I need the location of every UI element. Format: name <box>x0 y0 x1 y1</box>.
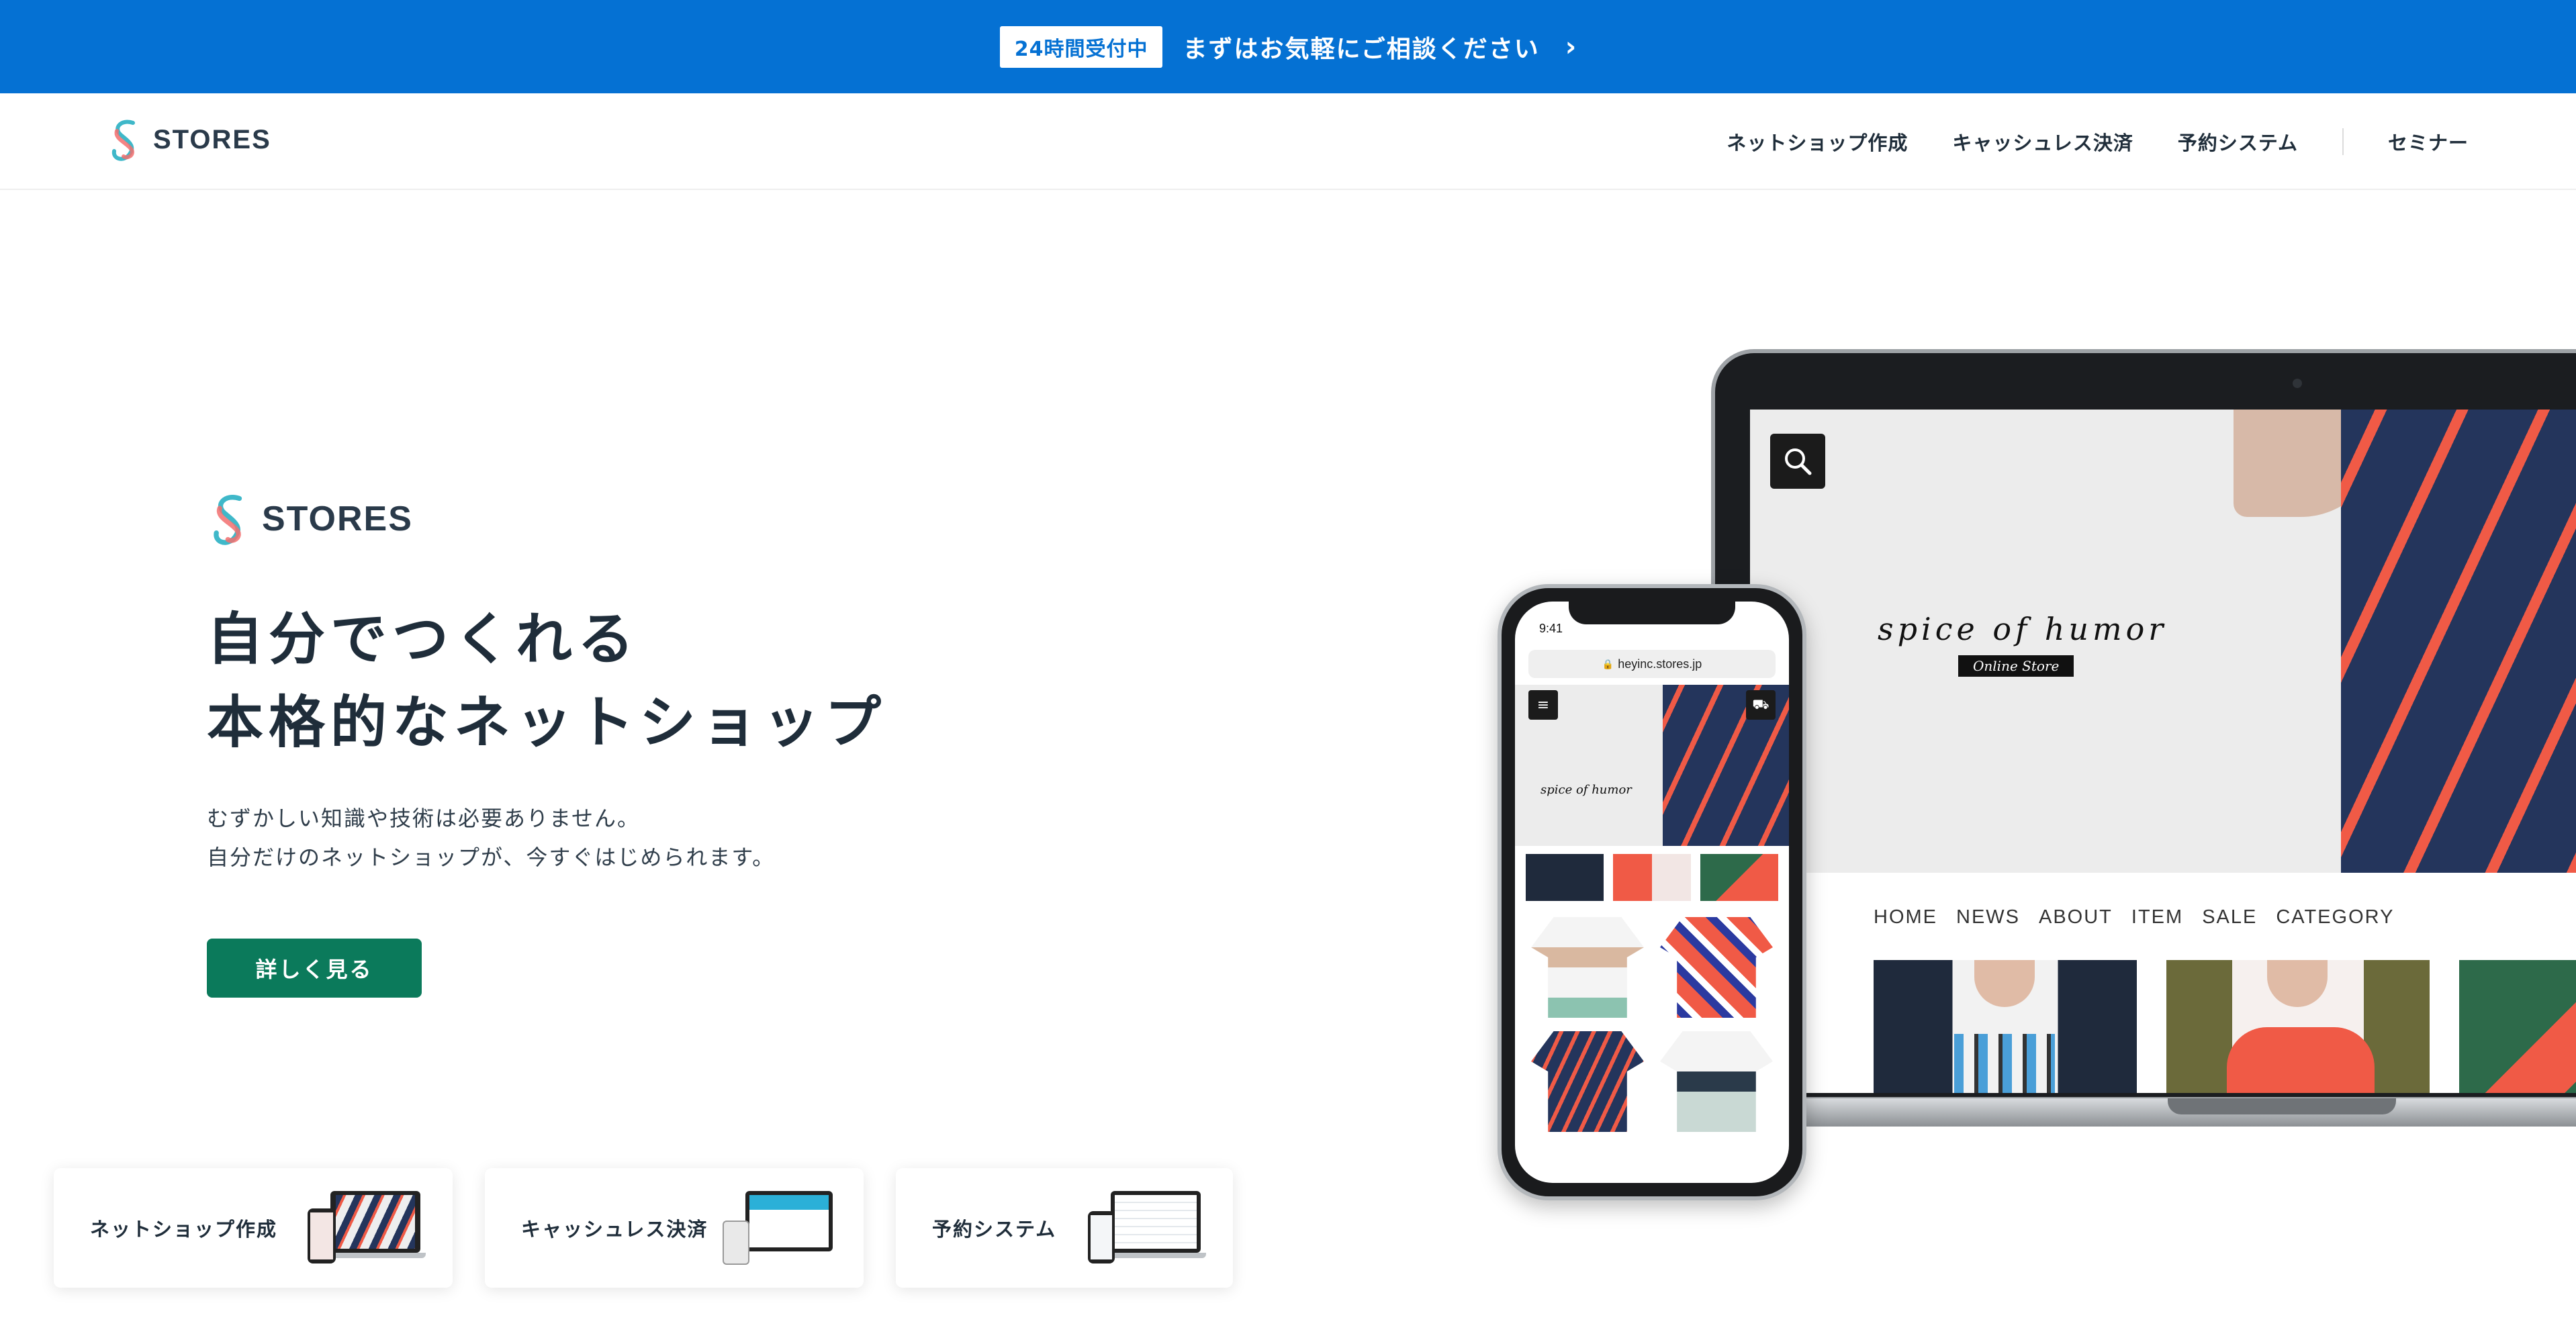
card-label: 予約システム <box>932 1218 1057 1241</box>
shop-nav-home[interactable]: HOME <box>1874 906 1937 928</box>
product-thumbnail[interactable] <box>1660 917 1773 1018</box>
nav-reservation[interactable]: 予約システム <box>2178 128 2298 156</box>
laptop-notch <box>2168 1098 2396 1114</box>
announcement-bar[interactable]: 24時間受付中 まずはお気軽にご相談ください › <box>0 0 2576 93</box>
lock-icon: 🔒 <box>1602 658 1614 669</box>
hero-logo: STORES <box>208 490 413 548</box>
headline-line-2: 本格的なネットショップ <box>207 689 887 755</box>
details-button[interactable]: 詳しく見る <box>207 939 422 998</box>
laptop-calendar-thumbnail-icon <box>1088 1191 1206 1265</box>
nav-cashless[interactable]: キャッシュレス決済 <box>1952 128 2133 156</box>
hero-headline: 自分でつくれる 本格的なネットショップ <box>207 598 886 764</box>
product-thumbnail[interactable] <box>2459 960 2576 1093</box>
shop-brand-tag: Online Store <box>1958 655 2074 677</box>
nav-netshop[interactable]: ネットショップ作成 <box>1727 128 1908 156</box>
laptop-mockup: spice of humor Online Store HOME NEWS AB… <box>1711 349 2576 1155</box>
phone-screen: 9:41 🔒 heyinc.stores.jp ≡ ⛟ spice of hum… <box>1515 602 1789 1183</box>
phone-url-bar[interactable]: 🔒 heyinc.stores.jp <box>1528 650 1776 678</box>
header-logo-text: STORES <box>153 124 271 154</box>
product-thumbnail[interactable] <box>1874 960 2137 1093</box>
product-thumbnail[interactable] <box>1531 917 1644 1018</box>
product-thumbnail[interactable] <box>1660 1031 1773 1132</box>
header-nav: ネットショップ作成 キャッシュレス決済 予約システム セミナー <box>1682 93 2469 190</box>
header-logo[interactable]: STORES <box>107 116 271 163</box>
laptop-screen: spice of humor Online Store HOME NEWS AB… <box>1750 410 2576 1093</box>
announcement-badge: 24時間受付中 <box>999 26 1163 68</box>
phone-brand: spice of humor <box>1540 783 1632 797</box>
stores-logo-icon <box>214 495 242 545</box>
cart-icon[interactable]: ⛟ <box>1746 690 1776 720</box>
product-thumbnail[interactable] <box>1700 854 1778 901</box>
phone-time: 9:41 <box>1539 622 1563 635</box>
menu-icon[interactable]: ≡ <box>1528 690 1558 720</box>
card-cashless[interactable]: キャッシュレス決済 <box>485 1168 864 1288</box>
laptop-base <box>1758 1098 2576 1127</box>
card-label: キャッシュレス決済 <box>521 1218 708 1241</box>
hero-logo-text: STORES <box>262 499 413 538</box>
product-thumbnail[interactable] <box>1613 854 1691 901</box>
stores-logo-icon <box>111 120 135 161</box>
phone-notch <box>1569 598 1735 624</box>
product-thumbnail[interactable] <box>1531 1031 1644 1132</box>
shop-brand: spice of humor <box>1878 611 2168 647</box>
shop-nav: HOME NEWS ABOUT ITEM SALE CATEGORY <box>1874 906 2394 928</box>
laptop-phone-thumbnail-icon <box>308 1191 426 1265</box>
site-header: STORES ネットショップ作成 キャッシュレス決済 予約システム セミナー <box>0 93 2576 190</box>
shop-hero-image: spice of humor Online Store <box>1750 410 2576 873</box>
chevron-right-icon: › <box>1565 31 1577 62</box>
shop-nav-sale[interactable]: SALE <box>2202 906 2257 928</box>
shop-nav-item[interactable]: ITEM <box>2131 906 2183 928</box>
card-reservation[interactable]: 予約システム <box>896 1168 1233 1288</box>
desc-line-2: 自分だけのネットショップが、今すぐはじめられます。 <box>207 845 776 870</box>
announcement-message: まずはお気軽にご相談ください <box>1183 35 1540 63</box>
phone-mockup: 9:41 🔒 heyinc.stores.jp ≡ ⛟ spice of hum… <box>1498 584 1806 1200</box>
nav-divider <box>2342 128 2344 155</box>
shop-nav-category[interactable]: CATEGORY <box>2276 906 2394 928</box>
laptop-lid: spice of humor Online Store HOME NEWS AB… <box>1711 349 2576 1101</box>
hero-description: むずかしい知識や技術は必要ありません。 自分だけのネットショップが、今すぐはじめ… <box>207 799 775 877</box>
search-icon <box>1785 448 1812 475</box>
search-button[interactable] <box>1770 434 1825 489</box>
desc-line-1: むずかしい知識や技術は必要ありません。 <box>207 806 641 831</box>
shop-nav-news[interactable]: NEWS <box>1956 906 2020 928</box>
product-thumbnail[interactable] <box>1526 854 1604 901</box>
card-netshop[interactable]: ネットショップ作成 <box>54 1168 453 1288</box>
headline-line-1: 自分でつくれる <box>207 606 640 672</box>
phone-url: heyinc.stores.jp <box>1618 657 1702 671</box>
tablet-card-reader-thumbnail-icon <box>719 1191 837 1265</box>
laptop-camera <box>2293 379 2302 388</box>
product-thumbnail[interactable] <box>2166 960 2430 1093</box>
shop-nav-about[interactable]: ABOUT <box>2039 906 2113 928</box>
card-label: ネットショップ作成 <box>90 1218 278 1241</box>
nav-seminar[interactable]: セミナー <box>2388 128 2469 156</box>
